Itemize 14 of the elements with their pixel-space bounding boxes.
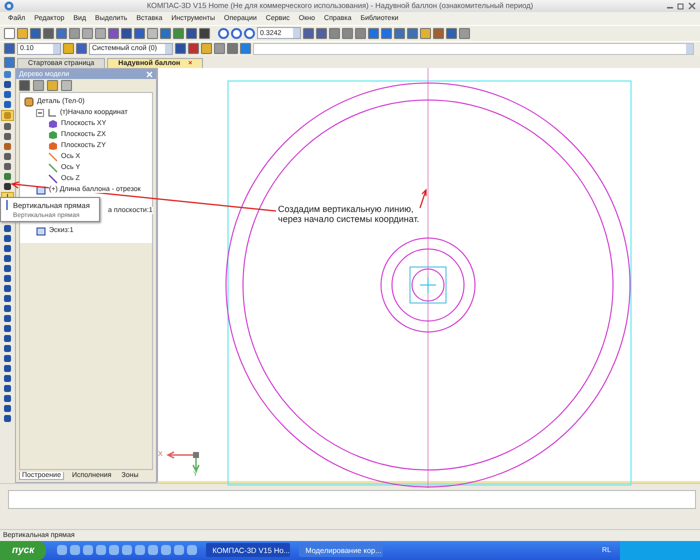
axes-icon	[47, 108, 57, 118]
sketch-icon	[36, 226, 46, 236]
start-button[interactable]: пуск	[0, 540, 46, 560]
origin-point	[193, 452, 199, 458]
pointer-arrow	[419, 188, 427, 209]
collapse-toggle[interactable]	[36, 108, 44, 117]
origin-marker-icon	[420, 276, 436, 294]
annotation-text: через начало системы координат.	[278, 214, 420, 224]
close-icon[interactable]	[688, 2, 696, 10]
annotation-text: Создадим вертикальную линию,	[278, 204, 415, 214]
command-field[interactable]	[8, 490, 696, 509]
vertical-line-icon	[4, 200, 10, 210]
app-logo-icon	[4, 0, 14, 11]
restore-icon[interactable]	[677, 2, 685, 10]
